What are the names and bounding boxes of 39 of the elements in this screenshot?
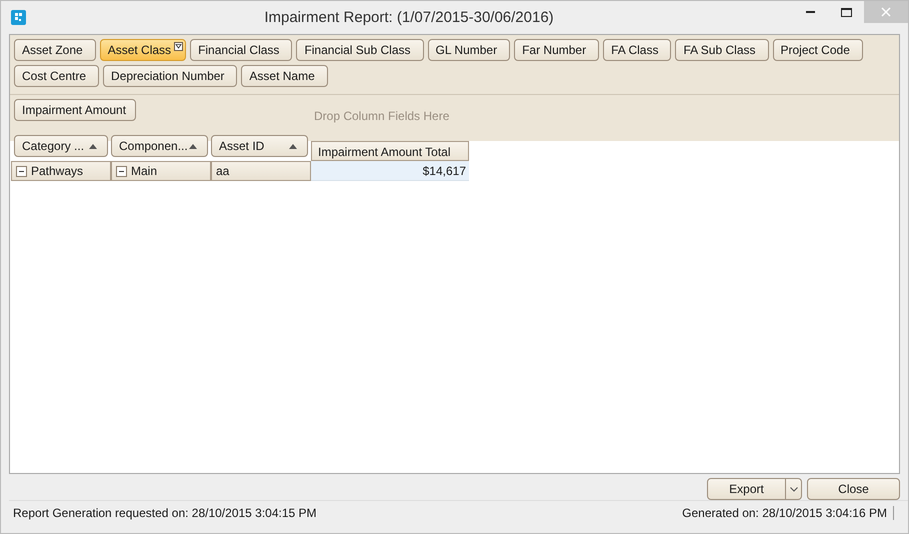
row-header-text: Main	[131, 164, 158, 178]
filter-field-button[interactable]: Far Number	[514, 39, 600, 61]
row-field-button[interactable]: Componen...	[111, 135, 208, 157]
collapse-icon[interactable]	[116, 166, 127, 176]
row-header-text: Pathways	[31, 164, 84, 178]
status-text: Report Generation requested on: 28/10/2015 3:04:15 PM	[13, 506, 317, 520]
sort-icon	[289, 144, 297, 148]
filter-field-button[interactable]: Asset Class	[100, 39, 186, 61]
row-header-text: aa	[216, 164, 230, 178]
row-field-button[interactable]: Category ...	[14, 135, 108, 157]
collapse-icon[interactable]	[16, 166, 27, 176]
filter-field-button[interactable]: GL Number	[428, 39, 510, 61]
close-dialog-button[interactable]: Close	[807, 478, 900, 500]
window-title: Impairment Report: (1/07/2015-30/06/2016)	[263, 9, 555, 26]
drop-zone-hint: Drop Column Fields Here	[314, 109, 450, 123]
data-field-button[interactable]: Impairment Amount	[14, 99, 136, 121]
filter-field-button[interactable]: Financial Sub Class	[296, 39, 424, 61]
filter-field-button[interactable]: Asset Name	[241, 65, 328, 87]
filter-field-button[interactable]: Cost Centre	[14, 65, 100, 87]
export-button[interactable]: Export	[707, 478, 786, 500]
sort-icon	[89, 144, 97, 148]
maximize-icon	[840, 8, 852, 16]
chevron-down-icon	[790, 486, 798, 492]
filter-field-button[interactable]: FA Sub Class	[675, 39, 768, 61]
row-field-button[interactable]: Asset ID	[211, 135, 308, 157]
sort-icon	[189, 144, 197, 148]
filter-icon[interactable]	[174, 42, 184, 51]
filter-field-button[interactable]: Project Code	[772, 39, 863, 61]
filter-field-button[interactable]: FA Class	[603, 39, 672, 61]
export-dropdown-button[interactable]	[786, 478, 802, 500]
app-icon	[11, 10, 26, 25]
minimize-icon	[806, 11, 814, 13]
filter-field-button[interactable]: Depreciation Number	[103, 65, 238, 87]
value-cell: $14,617	[311, 161, 469, 181]
status-text: Generated on: 28/10/2015 3:04:16 PM	[682, 506, 894, 520]
column-header: Impairment Amount Total	[311, 141, 469, 161]
filter-field-button[interactable]: Asset Zone	[14, 39, 96, 61]
close-icon	[881, 7, 891, 17]
filter-field-button[interactable]: Financial Class	[190, 39, 292, 61]
